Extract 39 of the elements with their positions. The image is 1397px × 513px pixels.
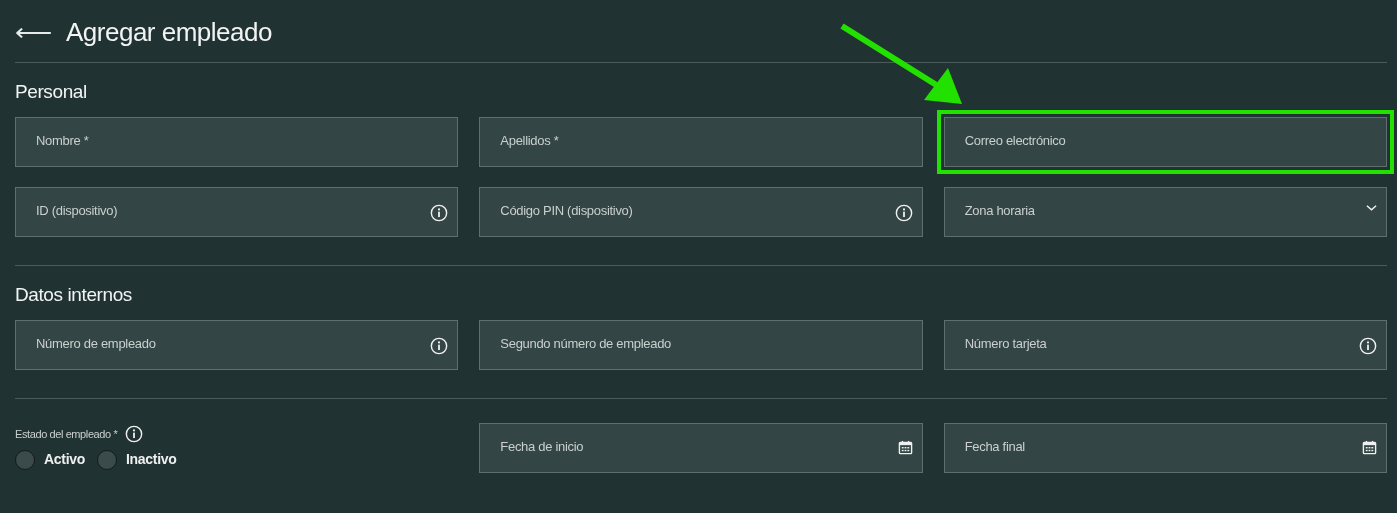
field-label: Nombre * (36, 132, 89, 150)
form-field[interactable]: Correo electrónico (943, 117, 1387, 167)
section-title: Personal (15, 80, 87, 104)
form-field[interactable]: Zona horaria (943, 187, 1387, 237)
field-label: Código PIN (dispositivo) (500, 202, 633, 220)
form-field[interactable]: Segundo número de empleado (479, 320, 923, 370)
info-icon[interactable] (430, 337, 449, 355)
radio-button[interactable] (15, 449, 35, 470)
form-field[interactable]: Número de empleado (15, 320, 459, 370)
back-button[interactable]: ⟵ (15, 19, 52, 45)
field-label: Apellidos * (500, 132, 559, 150)
field-label: Número de empleado (36, 335, 156, 353)
radio-button[interactable] (97, 449, 117, 470)
status-label: Estado del empleado * (15, 426, 118, 442)
chevron-down-icon[interactable] (1366, 204, 1377, 212)
radio-label: Inactivo (126, 450, 177, 469)
field-label: Correo electrónico (964, 132, 1066, 150)
form-field[interactable]: Fecha final (943, 423, 1387, 473)
page-title: Agregar empleado (66, 15, 272, 49)
form-field[interactable]: Número tarjeta (943, 320, 1387, 370)
calendar-icon[interactable] (897, 440, 913, 455)
info-icon[interactable] (1359, 337, 1377, 355)
field-label: Fecha de inicio (500, 438, 584, 456)
info-icon[interactable] (125, 425, 144, 443)
field-label: ID (dispositivo) (36, 202, 118, 220)
info-icon[interactable] (894, 204, 913, 222)
form-field[interactable]: Apellidos * (479, 117, 923, 167)
field-label: Zona horaria (964, 202, 1035, 220)
radio-label: Activo (44, 450, 85, 469)
field-label: Número tarjeta (964, 335, 1047, 353)
field-label: Fecha final (964, 438, 1025, 456)
form-field[interactable]: Fecha de inicio (479, 423, 923, 473)
form-field[interactable]: Nombre * (15, 117, 459, 167)
field-label: Segundo número de empleado (500, 335, 672, 353)
calendar-icon[interactable] (1362, 440, 1377, 455)
section-title: Datos internos (15, 283, 132, 307)
info-icon[interactable] (430, 204, 449, 222)
form-field[interactable]: Código PIN (dispositivo) (479, 187, 923, 237)
form-field[interactable]: ID (dispositivo) (15, 187, 459, 237)
